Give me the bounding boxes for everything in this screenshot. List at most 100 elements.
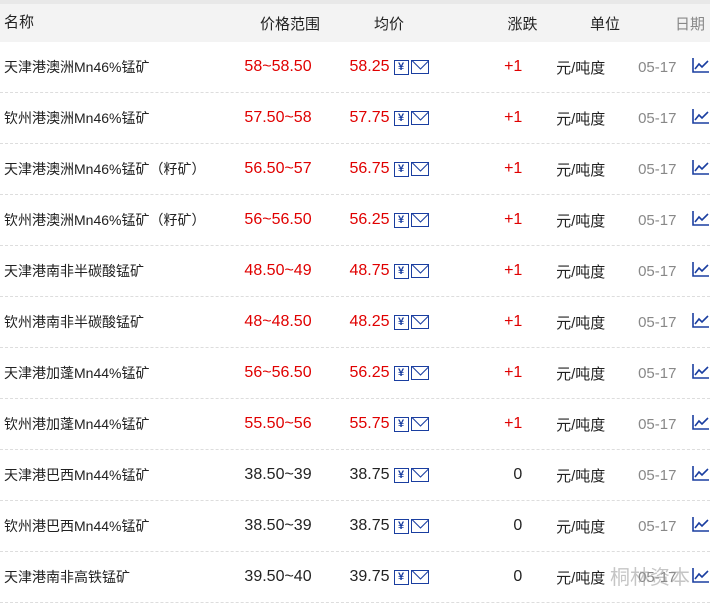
mail-icon[interactable]	[410, 519, 429, 533]
header-range: 价格范围	[259, 15, 320, 33]
avg-cell: 57.75 ¥	[336, 109, 451, 127]
price-range: 57.50~58	[244, 109, 312, 126]
header-change: 涨跌	[507, 15, 538, 33]
product-name[interactable]: 钦州港澳洲Mn46%锰矿	[0, 109, 221, 127]
avg-price: 38.75	[349, 466, 390, 483]
price-table: 天津港澳洲Mn46%锰矿 58~58.50 58.25 ¥ +1 元/吨度 05-…	[0, 42, 710, 603]
avg-price: 57.75	[349, 109, 390, 126]
yuan-icon[interactable]: ¥	[393, 467, 409, 483]
avg-cell: 58.25 ¥	[336, 58, 451, 76]
avg-cell: 56.75 ¥	[336, 160, 451, 178]
mail-icon[interactable]	[410, 60, 429, 74]
yuan-icon[interactable]: ¥	[393, 59, 409, 75]
unit: 元/吨度	[556, 161, 606, 179]
mail-icon[interactable]	[410, 366, 429, 380]
unit: 元/吨度	[556, 314, 606, 332]
table-row: 天津港澳洲Mn46%锰矿 58~58.50 58.25 ¥ +1 元/吨度 05-…	[0, 42, 710, 93]
yuan-icon[interactable]: ¥	[393, 263, 409, 279]
yuan-icon[interactable]: ¥	[393, 314, 409, 330]
mail-icon[interactable]	[410, 162, 429, 176]
trend-chart-icon[interactable]	[676, 261, 710, 281]
price-change: 0	[513, 517, 523, 534]
date: 05-17	[638, 262, 677, 280]
avg-price: 56.25	[349, 211, 390, 228]
trend-chart-icon[interactable]	[676, 363, 710, 383]
yuan-icon[interactable]: ¥	[393, 110, 409, 126]
product-name[interactable]: 天津港巴西Mn44%锰矿	[0, 466, 221, 484]
trend-chart-icon[interactable]	[676, 210, 710, 230]
trend-chart-icon[interactable]	[676, 516, 710, 536]
unit: 元/吨度	[556, 59, 606, 77]
product-name[interactable]: 天津港加蓬Mn44%锰矿	[0, 364, 221, 382]
table-row: 钦州港巴西Mn44%锰矿 38.50~39 38.75 ¥ 0 元/吨度 05-1…	[0, 501, 710, 552]
product-name[interactable]: 天津港澳洲Mn46%锰矿（籽矿）	[0, 160, 221, 178]
avg-cell: 38.75 ¥	[336, 466, 451, 484]
header-avg: 均价	[374, 15, 405, 33]
product-name[interactable]: 天津港南非半碳酸锰矿	[0, 262, 221, 280]
mail-icon[interactable]	[410, 468, 429, 482]
yuan-icon[interactable]: ¥	[393, 518, 409, 534]
trend-chart-icon[interactable]	[676, 108, 710, 128]
price-range: 48~48.50	[244, 313, 312, 330]
date: 05-17	[638, 109, 677, 127]
mail-icon[interactable]	[410, 213, 429, 227]
avg-price: 39.75	[349, 568, 390, 585]
avg-cell: 48.25 ¥	[336, 313, 451, 331]
price-change: +1	[504, 415, 523, 432]
price-range: 38.50~39	[244, 517, 312, 534]
price-change: +1	[504, 109, 523, 126]
trend-chart-icon[interactable]	[676, 465, 710, 485]
yuan-icon[interactable]: ¥	[393, 569, 409, 585]
product-name[interactable]: 钦州港加蓬Mn44%锰矿	[0, 415, 221, 433]
price-change: +1	[504, 58, 523, 75]
watermark: 桐林资本	[610, 567, 690, 589]
price-change: +1	[504, 211, 523, 228]
mail-icon[interactable]	[410, 264, 429, 278]
price-change: +1	[504, 313, 523, 330]
avg-price: 38.75	[349, 517, 390, 534]
avg-cell: 56.25 ¥	[336, 364, 451, 382]
trend-chart-icon[interactable]	[676, 414, 710, 434]
header-name: 名称	[4, 14, 35, 31]
date: 05-17	[638, 415, 677, 433]
table-row: 钦州港澳洲Mn46%锰矿 57.50~58 57.75 ¥ +1 元/吨度 05-…	[0, 93, 710, 144]
product-name[interactable]: 天津港澳洲Mn46%锰矿	[0, 58, 221, 76]
product-name[interactable]: 钦州港南非半碳酸锰矿	[0, 313, 221, 331]
yuan-icon[interactable]: ¥	[393, 365, 409, 381]
unit: 元/吨度	[556, 212, 606, 230]
mail-icon[interactable]	[410, 111, 429, 125]
product-name[interactable]: 钦州港巴西Mn44%锰矿	[0, 517, 221, 535]
trend-chart-icon[interactable]	[676, 159, 710, 179]
product-name[interactable]: 钦州港澳洲Mn46%锰矿（籽矿）	[0, 211, 221, 229]
avg-price: 56.25	[349, 364, 390, 381]
date: 05-17	[638, 364, 677, 382]
table-header: 名称 价格范围 均价 涨跌 单位 日期	[0, 0, 710, 42]
table-row: 天津港南非高铁锰矿 39.50~40 39.75 ¥ 0 元/吨度 05-17	[0, 552, 710, 603]
avg-price: 58.25	[349, 58, 390, 75]
table-row: 天津港澳洲Mn46%锰矿（籽矿） 56.50~57 56.75 ¥ +1 元/吨度…	[0, 144, 710, 195]
avg-price: 48.25	[349, 313, 390, 330]
date: 05-17	[638, 211, 677, 229]
yuan-icon[interactable]: ¥	[393, 416, 409, 432]
trend-chart-icon[interactable]	[676, 57, 710, 77]
header-date: 日期	[674, 15, 705, 33]
mail-icon[interactable]	[410, 417, 429, 431]
avg-cell: 48.75 ¥	[336, 262, 451, 280]
price-change: 0	[513, 466, 523, 483]
yuan-icon[interactable]: ¥	[393, 161, 409, 177]
price-change: +1	[504, 364, 523, 381]
price-change: +1	[504, 160, 523, 177]
yuan-icon[interactable]: ¥	[393, 212, 409, 228]
price-range: 39.50~40	[244, 568, 312, 585]
unit: 元/吨度	[556, 569, 606, 587]
price-change: 0	[513, 568, 523, 585]
mail-icon[interactable]	[410, 315, 429, 329]
unit: 元/吨度	[556, 518, 606, 536]
price-range: 56~56.50	[244, 211, 312, 228]
product-name[interactable]: 天津港南非高铁锰矿	[0, 568, 221, 586]
avg-price: 56.75	[349, 160, 390, 177]
table-row: 天津港巴西Mn44%锰矿 38.50~39 38.75 ¥ 0 元/吨度 05-1…	[0, 450, 710, 501]
trend-chart-icon[interactable]	[676, 312, 710, 332]
mail-icon[interactable]	[410, 570, 429, 584]
avg-price: 48.75	[349, 262, 390, 279]
